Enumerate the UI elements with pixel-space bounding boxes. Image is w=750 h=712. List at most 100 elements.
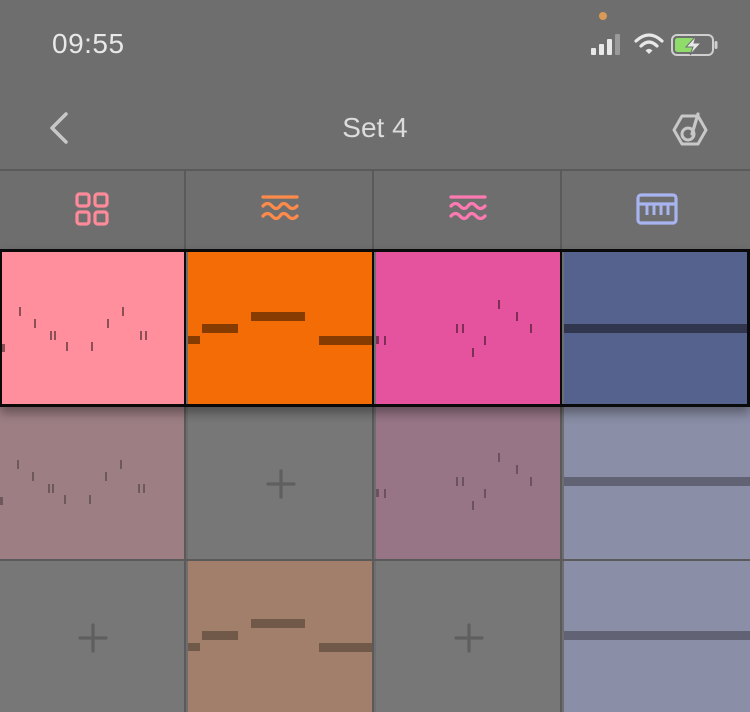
midi-note	[319, 643, 372, 652]
empty-clip-slot[interactable]	[376, 561, 562, 712]
midi-note	[202, 324, 238, 333]
scene-row-2	[0, 407, 750, 561]
midi-note	[0, 497, 3, 505]
midi-note	[376, 489, 379, 497]
status-time: 09:55	[52, 28, 125, 59]
midi-note	[484, 336, 486, 345]
midi-note	[560, 501, 562, 510]
midi-note	[484, 489, 486, 498]
melody-clip[interactable]	[376, 252, 562, 404]
midi-note	[376, 336, 379, 344]
midi-note	[140, 331, 142, 340]
drums-clip[interactable]	[0, 407, 186, 561]
midi-note	[143, 484, 145, 493]
midi-note	[384, 336, 386, 345]
midi-note	[462, 324, 464, 333]
midi-note	[456, 477, 458, 486]
track-header-melody[interactable]	[376, 169, 562, 249]
note-pattern	[564, 477, 750, 486]
app-screen: 09:55 Set 4	[0, 0, 750, 712]
note-pattern	[2, 307, 147, 352]
midi-note	[498, 300, 500, 309]
track-header-drums[interactable]	[0, 169, 186, 249]
melody-clip[interactable]	[376, 407, 562, 561]
track-header-bass[interactable]	[188, 169, 374, 249]
scene-row-1	[0, 249, 750, 407]
add-clip-plus-icon	[376, 561, 560, 712]
midi-note	[456, 324, 458, 333]
status-bar: 09:55	[0, 0, 750, 90]
midi-note	[50, 331, 52, 340]
midi-note	[91, 342, 93, 351]
midi-note	[32, 472, 34, 481]
battery-charging-icon	[671, 34, 718, 56]
chord-clip[interactable]	[564, 561, 750, 712]
midi-note	[564, 631, 750, 640]
note-pattern	[0, 460, 145, 505]
midi-note	[202, 631, 238, 640]
note-pattern	[188, 312, 372, 345]
wifi-icon	[634, 33, 664, 54]
midi-note	[2, 344, 5, 352]
bass-clip[interactable]	[188, 561, 374, 712]
page-title: Set 4	[342, 112, 408, 143]
wave-orange-icon	[261, 195, 299, 221]
midi-note	[122, 307, 124, 316]
midi-note	[19, 307, 21, 316]
add-clip-plus-icon	[0, 561, 184, 712]
add-clip-plus-icon	[188, 407, 372, 561]
midi-note	[319, 336, 372, 345]
midi-note	[251, 312, 305, 321]
note-pattern	[376, 300, 562, 357]
midi-note	[564, 477, 750, 486]
midi-note	[145, 331, 147, 340]
note-pattern	[376, 453, 562, 510]
sound-settings-button[interactable]	[668, 108, 712, 152]
midi-note	[564, 324, 747, 333]
sound-settings-icon	[672, 112, 708, 146]
midi-note	[384, 489, 386, 498]
midi-note	[472, 348, 474, 357]
scene-row-3	[0, 561, 750, 712]
navigation-bar: Set 4	[0, 90, 750, 168]
note-pattern	[564, 631, 750, 640]
midi-note	[530, 324, 532, 333]
track-header-row	[0, 169, 750, 249]
empty-clip-slot[interactable]	[188, 407, 374, 561]
midi-note	[188, 336, 200, 344]
camera-indicator-dot	[599, 12, 607, 20]
track-header-keys[interactable]	[564, 169, 750, 249]
midi-note	[17, 460, 19, 469]
bass-clip[interactable]	[188, 252, 374, 404]
midi-note	[516, 465, 518, 474]
midi-note	[54, 331, 56, 340]
midi-note	[516, 312, 518, 321]
clip-grid	[0, 169, 750, 712]
wave-pink-icon	[449, 195, 487, 221]
drums-clip[interactable]	[0, 252, 186, 404]
empty-clip-slot[interactable]	[0, 561, 186, 712]
midi-note	[138, 484, 140, 493]
drum-grid-icon	[75, 192, 109, 226]
midi-note	[120, 460, 122, 469]
midi-note	[66, 342, 68, 351]
midi-note	[89, 495, 91, 504]
chord-clip[interactable]	[564, 252, 750, 404]
chord-clip[interactable]	[564, 407, 750, 561]
midi-note	[48, 484, 50, 493]
midi-note	[34, 319, 36, 328]
midi-note	[251, 619, 305, 628]
note-pattern	[188, 619, 372, 652]
keyboard-icon	[636, 193, 678, 225]
midi-note	[472, 501, 474, 510]
midi-note	[462, 477, 464, 486]
midi-note	[107, 319, 109, 328]
midi-note	[530, 477, 532, 486]
midi-note	[52, 484, 54, 493]
midi-note	[188, 643, 200, 651]
note-pattern	[564, 324, 747, 333]
midi-note	[105, 472, 107, 481]
cellular-signal-icon	[591, 34, 620, 55]
midi-note	[64, 495, 66, 504]
midi-note	[560, 348, 562, 357]
